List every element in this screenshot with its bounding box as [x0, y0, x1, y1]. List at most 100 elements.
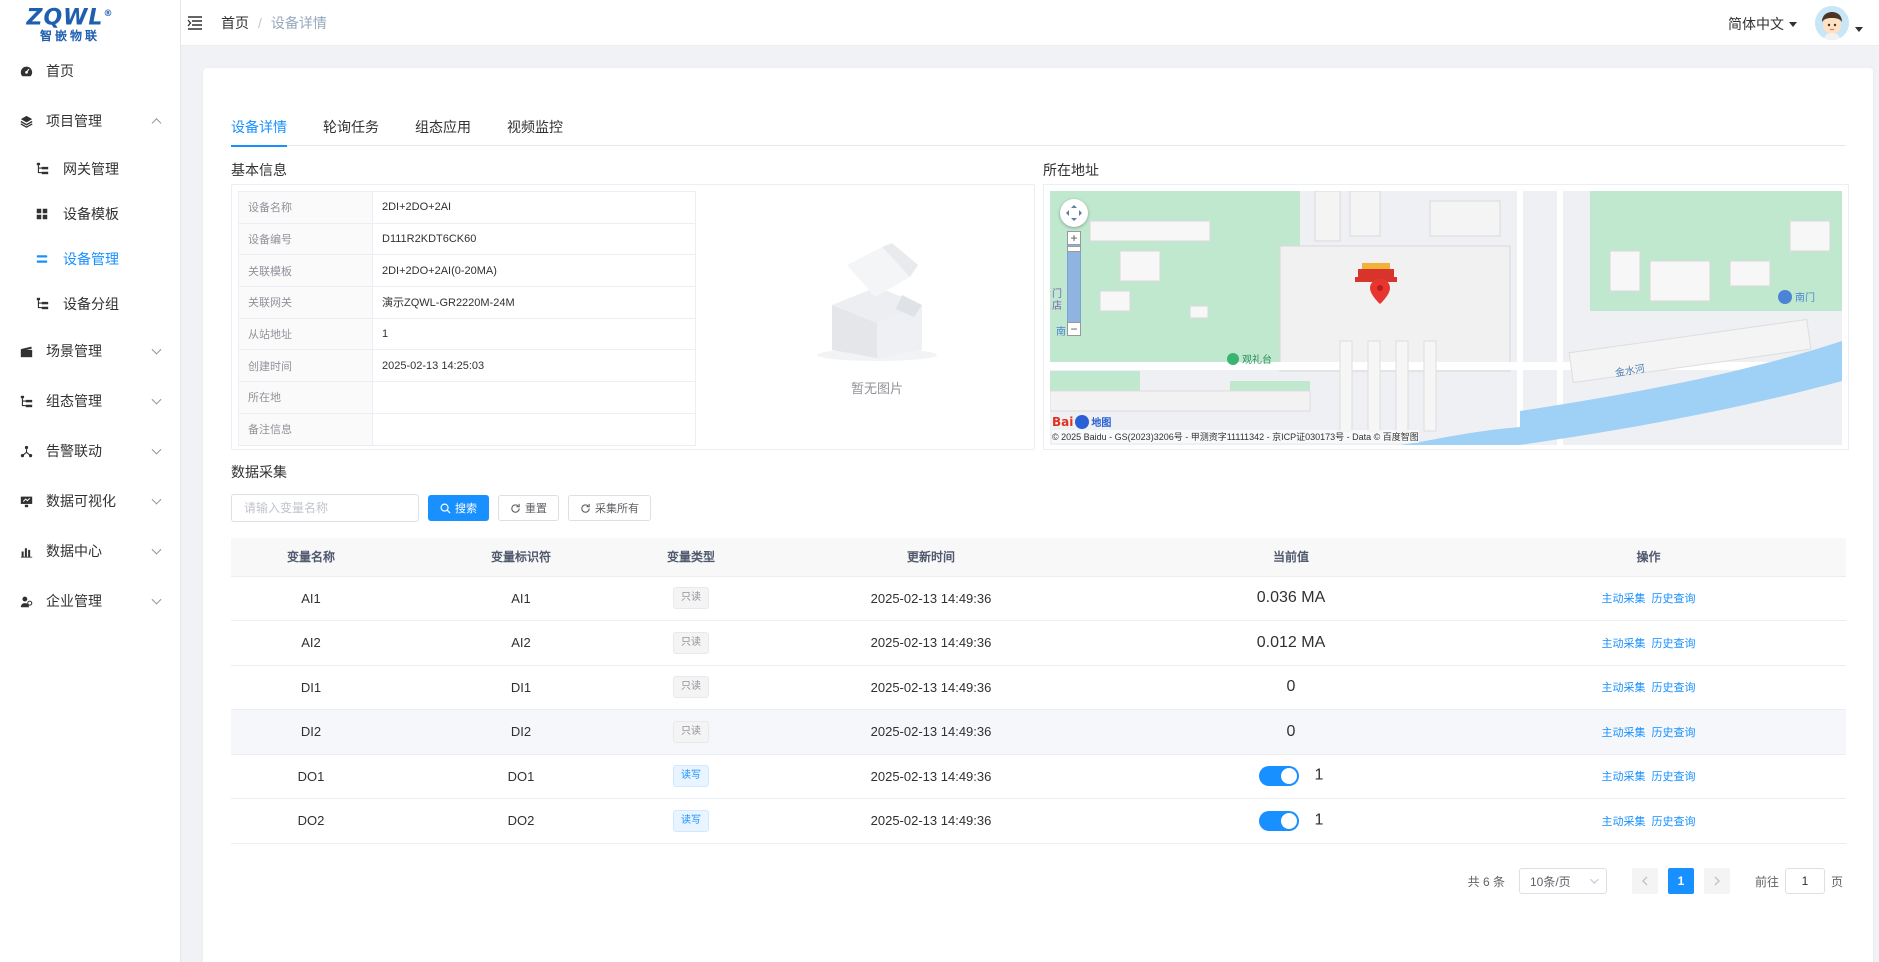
sidebar-item-datacenter[interactable]: 数据中心	[0, 526, 180, 576]
active-collect-link[interactable]: 主动采集	[1602, 638, 1646, 650]
tab-video-monitor[interactable]: 视频监控	[507, 116, 563, 146]
cell-value: 1	[1314, 766, 1324, 784]
info-key: 创建时间	[238, 349, 373, 383]
tab-device-detail[interactable]: 设备详情	[231, 116, 287, 147]
page-number-button[interactable]: 1	[1667, 868, 1694, 894]
history-query-link[interactable]: 历史查询	[1652, 682, 1696, 694]
sidebar-item-project[interactable]: 项目管理	[0, 96, 180, 146]
no-image-label: 暂无图片	[850, 381, 903, 396]
breadcrumb: 首页 / 设备详情	[221, 13, 327, 33]
chevron-down-icon	[151, 494, 162, 505]
cell-time: 2025-02-13 14:49:36	[731, 754, 1131, 799]
active-collect-link[interactable]: 主动采集	[1602, 727, 1646, 739]
map-nav-control[interactable]	[1060, 199, 1088, 227]
table-row: DI1 DI1 只读 2025-02-13 14:49:36 0 主动采集 历史查…	[231, 665, 1846, 710]
info-row-remark: 备注信息	[238, 412, 696, 446]
goto-page-input[interactable]: 1	[1784, 868, 1825, 894]
sidebar-item-device[interactable]: 设备管理	[0, 236, 180, 281]
pagination: 共 6 条 10条/页 1 前往 1 页	[1468, 868, 1843, 894]
sidebar-item-group[interactable]: 设备分组	[0, 281, 180, 326]
info-value: 2025-02-13 14:25:03	[372, 349, 696, 383]
caret-down-icon[interactable]	[1855, 27, 1863, 32]
info-value: 2DI+2DO+2AI(0-20MA)	[372, 254, 696, 288]
history-query-link[interactable]: 历史查询	[1652, 727, 1696, 739]
zoom-handle[interactable]	[1067, 246, 1081, 252]
sidebar-item-alarm[interactable]: 告警联动	[0, 426, 180, 476]
history-query-link[interactable]: 历史查询	[1652, 638, 1696, 650]
basic-info-panel: 设备名称 2DI+2DO+2AI 设备编号 D111R2KDT6CK60 关联模板 2…	[231, 184, 1035, 450]
history-query-link[interactable]: 历史查询	[1652, 816, 1696, 828]
breadcrumb-separator: /	[258, 14, 262, 31]
active-collect-link[interactable]: 主动采集	[1602, 682, 1646, 694]
info-key: 关联模板	[238, 254, 373, 288]
reset-button[interactable]: 重置	[498, 495, 559, 521]
sidebar-item-scene[interactable]: 场景管理	[0, 326, 180, 376]
breadcrumb-home[interactable]: 首页	[221, 13, 249, 33]
table-row: DO1 DO1 读写 2025-02-13 14:49:36 1 主动采集 历史查…	[231, 754, 1846, 799]
zoom-in-button[interactable]: +	[1067, 231, 1081, 245]
breadcrumb-current: 设备详情	[270, 14, 327, 31]
page-size-value: 10条/页	[1529, 874, 1571, 889]
monitor-icon	[18, 493, 34, 509]
info-key: 所在地	[238, 381, 373, 414]
grid-icon	[35, 207, 49, 221]
map-left-label-2: 店	[1052, 299, 1062, 312]
page-size-select[interactable]: 10条/页	[1518, 868, 1607, 894]
info-value: 2DI+2DO+2AI	[372, 191, 696, 224]
active-collect-link[interactable]: 主动采集	[1602, 816, 1646, 828]
tree-icon	[35, 162, 49, 176]
sidebar-item-visual[interactable]: 数据可视化	[0, 476, 180, 526]
chevron-right-icon	[1714, 876, 1720, 886]
prev-page-button[interactable]	[1631, 868, 1658, 894]
chevron-down-icon	[151, 544, 162, 555]
type-tag: 只读	[673, 720, 709, 743]
map-view[interactable]: 观礼台 金水河 南门 门 店 南 + − Bai 地图 © 2025 Baidu…	[1050, 191, 1842, 445]
info-key: 关联网关	[238, 286, 373, 319]
network-icon	[18, 443, 34, 459]
active-collect-link[interactable]: 主动采集	[1602, 593, 1646, 605]
history-query-link[interactable]: 历史查询	[1652, 771, 1696, 783]
logo-registered: ®	[103, 8, 114, 19]
menu-toggle-icon[interactable]	[186, 14, 204, 32]
info-row-location: 所在地	[238, 381, 696, 414]
sidebar-item-home[interactable]: 首页	[0, 46, 180, 96]
chevron-down-icon	[151, 394, 162, 405]
column-header: 变量名称	[231, 538, 391, 577]
location-panel: 观礼台 金水河 南门 门 店 南 + − Bai 地图 © 2025 Baidu…	[1043, 184, 1849, 450]
sidebar-item-enterprise[interactable]: 企业管理	[0, 576, 180, 626]
location-title: 所在地址	[1043, 162, 1099, 178]
cell-time: 2025-02-13 14:49:36	[731, 665, 1131, 710]
basic-info-title: 基本信息	[231, 162, 287, 178]
sidebar-item-template[interactable]: 设备模板	[0, 191, 180, 236]
map-copyright: © 2025 Baidu - GS(2023)3206号 - 甲测资字11111…	[1052, 430, 1419, 443]
language-selector[interactable]: 简体中文	[1728, 14, 1797, 34]
cell-time: 2025-02-13 14:49:36	[731, 620, 1131, 666]
cell-name: DI2	[231, 709, 391, 755]
tab-config-app[interactable]: 组态应用	[415, 116, 471, 146]
value-toggle-switch[interactable]	[1258, 766, 1299, 787]
sidebar-item-gateway[interactable]: 网关管理	[0, 146, 180, 191]
search-button[interactable]: 搜索	[428, 495, 489, 521]
sidebar-item-label: 网关管理	[63, 160, 119, 177]
map-gate-label: 南门	[1795, 291, 1815, 304]
sidebar-item-config[interactable]: 组态管理	[0, 376, 180, 426]
active-collect-link[interactable]: 主动采集	[1602, 771, 1646, 783]
history-query-link[interactable]: 历史查询	[1652, 593, 1696, 605]
variable-search-input[interactable]	[231, 494, 419, 522]
user-group-icon	[18, 593, 34, 609]
info-value: 演示ZQWL-GR2220M-24M	[372, 286, 696, 319]
next-page-button[interactable]	[1703, 868, 1730, 894]
chevron-down-icon	[151, 594, 162, 605]
info-key: 从站地址	[238, 317, 373, 351]
tab-polling-task[interactable]: 轮询任务	[323, 116, 379, 146]
collect-all-button[interactable]: 采集所有	[568, 495, 651, 521]
cell-value: 0.036 MA	[1256, 589, 1326, 607]
map-zoom-slider[interactable]: + −	[1067, 231, 1081, 336]
zoom-out-button[interactable]: −	[1067, 322, 1081, 336]
cell-value: 0	[1286, 722, 1296, 740]
avatar[interactable]	[1815, 6, 1849, 40]
sidebar-item-label: 数据中心	[46, 543, 102, 559]
cell-value: 1	[1314, 811, 1324, 829]
value-toggle-switch[interactable]	[1258, 810, 1299, 831]
chevron-down-icon	[1590, 875, 1599, 884]
